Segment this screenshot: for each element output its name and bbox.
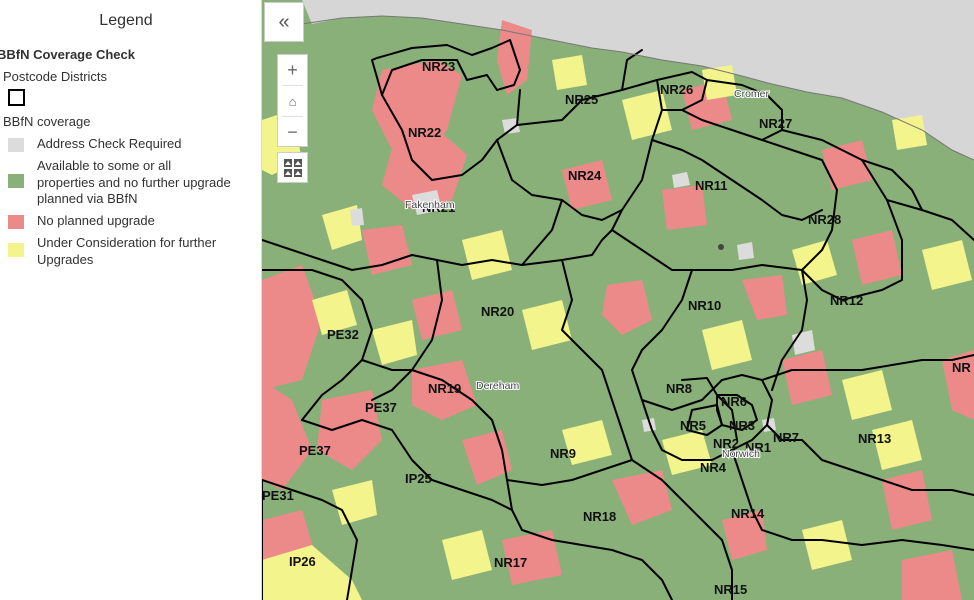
district-label: NR	[952, 360, 971, 375]
map-point-marker	[718, 244, 724, 250]
district-label: NR5	[680, 418, 706, 433]
plus-icon: +	[287, 60, 298, 80]
postcode-boundary-swatch	[8, 89, 25, 106]
minus-icon: −	[287, 122, 298, 142]
district-label: NR18	[583, 509, 616, 524]
town-label: Fakenham	[405, 199, 455, 211]
consideration-swatch	[8, 243, 24, 257]
district-label: NR9	[550, 446, 576, 461]
district-label: NR7	[773, 430, 799, 445]
consideration-label: Under Consideration for further Upgrades	[37, 235, 217, 267]
map-view[interactable]: NR23 NR26 NR25 NR27 NR22 NR24 NR11 NR28 …	[262, 0, 974, 600]
map-canvas[interactable]: NR23 NR26 NR25 NR27 NR22 NR24 NR11 NR28 …	[262, 0, 974, 600]
address-check-label: Address Check Required	[37, 136, 182, 151]
district-label: PE31	[262, 488, 294, 503]
layer-title: BBfN Coverage Check	[0, 47, 135, 62]
zoom-out-button[interactable]: −	[278, 117, 307, 148]
address-check-swatch	[8, 138, 24, 152]
district-label: NR14	[731, 506, 765, 521]
district-label: NR15	[714, 582, 747, 597]
double-chevron-left-icon: «	[278, 10, 290, 33]
district-label: NR8	[666, 381, 692, 396]
district-label: NR26	[660, 82, 693, 97]
district-label: NR20	[481, 304, 514, 319]
district-label: NR13	[858, 431, 891, 446]
town-label: Norwich	[722, 448, 760, 460]
coverage-sublayer-title: BBfN coverage	[3, 114, 91, 129]
town-label: Dereham	[476, 380, 519, 392]
district-label: NR4	[700, 460, 727, 475]
home-icon: ⌂	[288, 94, 297, 109]
district-label: PE37	[365, 400, 397, 415]
district-label: NR6	[721, 394, 747, 409]
district-label: NR25	[565, 92, 598, 107]
district-label: NR3	[729, 418, 755, 433]
district-label: NR23	[422, 59, 455, 74]
legend-title: Legend	[99, 12, 153, 29]
zoom-in-button[interactable]: +	[278, 55, 307, 86]
district-label: NR24	[568, 168, 602, 183]
district-label: NR19	[428, 381, 461, 396]
district-label: NR12	[830, 293, 863, 308]
available-label: Available to some or all properties and …	[37, 158, 231, 206]
district-label: NR22	[408, 125, 441, 140]
basemap-gallery-button[interactable]	[277, 152, 308, 183]
no-upgrade-swatch	[8, 215, 24, 229]
district-label: PE37	[299, 443, 331, 458]
district-label: NR28	[808, 212, 841, 227]
no-upgrade-label: No planned upgrade	[37, 213, 155, 228]
available-swatch	[8, 174, 24, 188]
collapse-panel-button[interactable]: «	[264, 2, 304, 42]
basemap-grid-icon	[283, 158, 302, 177]
town-label: Cromer	[734, 88, 770, 100]
home-button[interactable]: ⌂	[278, 86, 307, 117]
district-label: IP26	[289, 554, 316, 569]
district-label: NR17	[494, 555, 527, 570]
district-label: IP25	[405, 471, 432, 486]
district-label: NR11	[695, 178, 728, 193]
postcode-sublayer-title: Postcode Districts	[3, 69, 108, 84]
district-label: NR27	[759, 116, 792, 131]
district-label: NR10	[688, 298, 721, 313]
legend-panel: Legend BBfN Coverage Check Postcode Dist…	[0, 0, 262, 600]
zoom-control: + ⌂ −	[277, 54, 308, 147]
district-label: PE32	[327, 327, 359, 342]
